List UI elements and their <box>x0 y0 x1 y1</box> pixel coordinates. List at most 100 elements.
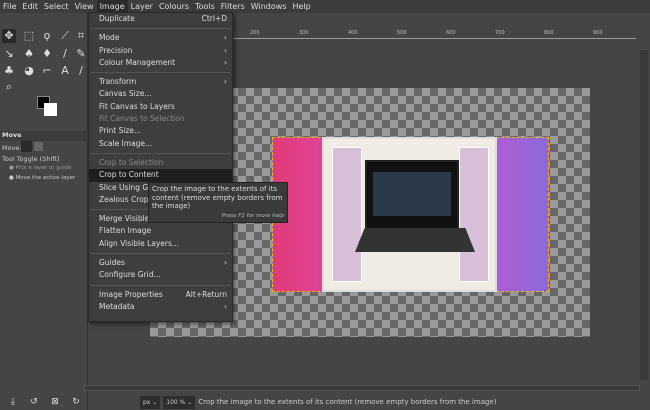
menu-windows[interactable]: Windows <box>248 0 290 13</box>
clone-icon[interactable]: ♣ <box>2 64 16 78</box>
toolbox: ✥ ⬚ ϙ ⟋ ⌗ ↘ ♠ ♦ / ✎ ♣ ◕ ⌐ A / ⌕ Move Mov… <box>0 13 88 410</box>
menu-item-label: Duplicate <box>99 14 135 23</box>
menu-item-duplicate[interactable]: Duplicate Ctrl+D <box>89 13 232 25</box>
menu-item-label: Fit Canvas to Selection <box>99 114 185 124</box>
warp-icon[interactable]: ♠ <box>22 47 36 61</box>
unit-value: px <box>143 398 151 406</box>
menu-item-crop-to-content[interactable]: Crop to Content <box>89 169 232 182</box>
menu-item-label: Fit Canvas to Layers <box>99 101 175 111</box>
menu-item-canvas-size[interactable]: Canvas Size... <box>89 88 232 100</box>
move-tool-icon[interactable]: ✥ <box>2 29 16 43</box>
radio-pick-layer[interactable]: ● Pick a layer or guide <box>9 165 72 171</box>
menu-item-colour-management[interactable]: Colour Management › <box>89 57 232 69</box>
crop-icon[interactable]: ⌗ <box>74 29 88 43</box>
chevron-right-icon: › <box>224 45 227 55</box>
unit-select[interactable]: px ⌄ <box>140 395 161 409</box>
zoom-value: 100 % <box>166 398 186 406</box>
laptop-desktop <box>373 172 451 216</box>
save-options-icon[interactable]: ⤓ <box>6 395 20 409</box>
reset-options-icon[interactable]: ↻ <box>69 395 83 409</box>
tool-toggle-label: Tool Toggle (Shift) <box>2 155 60 163</box>
zoom-icon[interactable]: ⌕ <box>2 80 16 94</box>
delete-options-icon[interactable]: ⊠ <box>48 395 62 409</box>
laptop-keyboard <box>355 228 475 252</box>
menu-item-align-visible-layers[interactable]: Align Visible Layers... <box>89 238 232 250</box>
tooltip-help: Press F1 for more help <box>221 212 284 219</box>
radio-move-active[interactable]: ● Move the active layer <box>9 175 75 181</box>
menu-separator <box>91 253 230 255</box>
chevron-right-icon: › <box>224 77 227 87</box>
move-layer-button[interactable] <box>21 141 32 152</box>
horizontal-scrollbar[interactable] <box>84 385 640 391</box>
status-bar: px ⌄ 100 % ⌄ Crop the image to the exten… <box>140 394 650 410</box>
ruler-tick-label: 600 <box>446 30 456 36</box>
menu-item-label: Colour Management <box>99 57 176 67</box>
rect-select-icon[interactable]: ⬚ <box>22 29 36 43</box>
unified-transform-icon[interactable]: ↘ <box>2 47 16 61</box>
color-picker-icon[interactable]: / <box>74 64 88 78</box>
move-label: Move: <box>2 144 22 152</box>
menu-item-label: Print Size... <box>99 126 142 136</box>
menu-item-fit-canvas-to-selection: Fit Canvas to Selection <box>89 113 232 125</box>
ruler-tick-label: 900 <box>593 30 603 36</box>
bucket-fill-icon[interactable]: ♦ <box>40 47 54 61</box>
ruler-tick-label: 400 <box>348 30 358 36</box>
menu-item-configure-grid[interactable]: Configure Grid... <box>89 269 232 281</box>
menu-item-label: Canvas Size... <box>99 89 152 99</box>
menu-item-scale-image[interactable]: Scale Image... <box>89 138 232 150</box>
menu-item-mode[interactable]: Mode › <box>89 32 232 44</box>
paintbrush-icon[interactable]: / <box>58 47 72 61</box>
menu-separator <box>91 72 230 74</box>
menu-item-precision[interactable]: Precision › <box>89 45 232 57</box>
menu-item-label: Image Properties <box>99 289 163 299</box>
menu-item-label: Guides <box>99 258 125 268</box>
menu-item-label: Configure Grid... <box>99 270 161 280</box>
menu-select[interactable]: Select <box>41 0 72 13</box>
zoom-select[interactable]: 100 % ⌄ <box>163 395 196 409</box>
radio-move-active-label: Move the active layer <box>15 175 76 181</box>
window-pane-right <box>459 147 489 282</box>
menu-file[interactable]: File <box>0 0 19 13</box>
menu-item-label: Crop to Selection <box>99 157 164 167</box>
menu-item-shortcut: Ctrl+D <box>201 14 227 23</box>
restore-options-icon[interactable]: ↺ <box>27 395 41 409</box>
menu-item-transform[interactable]: Transform › <box>89 76 232 88</box>
menu-item-label: Mode <box>99 33 120 43</box>
lasso-icon[interactable]: ϙ <box>40 29 54 43</box>
menu-item-label: Scale Image... <box>99 138 153 148</box>
chevron-right-icon: › <box>224 57 227 67</box>
chevron-right-icon: › <box>224 258 227 268</box>
menu-separator <box>91 284 230 286</box>
move-selection-button[interactable] <box>34 142 43 151</box>
eraser-icon[interactable]: ✎ <box>74 47 88 61</box>
menu-item-image-properties[interactable]: Image Properties Alt+Return <box>89 289 232 301</box>
fuzzy-select-icon[interactable]: ⟋ <box>58 29 72 43</box>
image-menu: Duplicate Ctrl+D Mode › Precision › Colour Man… <box>88 12 233 322</box>
menu-item-label: Transform <box>99 77 137 87</box>
menu-item-label: Crop to Content <box>99 170 159 180</box>
tooltip: Crop the image to the extents of its con… <box>148 182 288 223</box>
chevron-right-icon: › <box>224 33 227 43</box>
smudge-icon[interactable]: ◕ <box>22 64 36 78</box>
paths-icon[interactable]: ⌐ <box>40 64 54 78</box>
ruler-tick-label: 800 <box>544 30 554 36</box>
menu-item-crop-to-selection: Crop to Selection <box>89 157 232 169</box>
ruler-tick-label: 300 <box>299 30 309 36</box>
menu-item-print-size[interactable]: Print Size... <box>89 125 232 137</box>
menu-edit[interactable]: Edit <box>19 0 41 13</box>
background-color[interactable] <box>44 103 57 116</box>
menu-item-label: Precision <box>99 45 133 55</box>
menu-item-metadata[interactable]: Metadata › <box>89 301 232 313</box>
text-tool-icon[interactable]: A <box>58 64 72 78</box>
menu-item-shortcut: Alt+Return <box>185 289 227 299</box>
tool-options-title: Move <box>0 131 88 141</box>
menu-separator <box>91 152 230 154</box>
tooltip-text: Crop the image to the extents of its con… <box>152 185 283 210</box>
vertical-scrollbar[interactable] <box>640 50 648 380</box>
menu-help[interactable]: Help <box>289 0 313 13</box>
window-pane-left <box>332 147 362 282</box>
menu-item-guides[interactable]: Guides › <box>89 257 232 269</box>
menu-item-fit-canvas-to-layers[interactable]: Fit Canvas to Layers <box>89 101 232 113</box>
menu-item-label: Metadata <box>99 301 135 311</box>
menu-item-flatten-image[interactable]: Flatten Image <box>89 225 232 237</box>
